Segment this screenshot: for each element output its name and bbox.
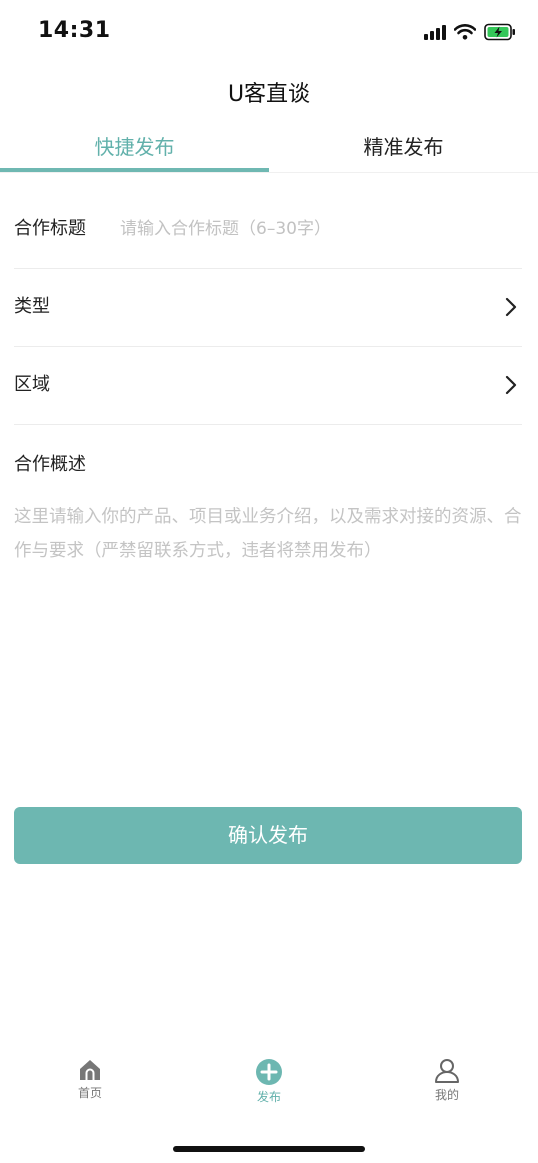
tabbar-label-home: 首页 <box>77 1086 102 1100</box>
status-icons <box>424 20 516 44</box>
bottom-tab-bar: 首页 发布 我的 <box>0 1058 538 1118</box>
tabbar-item-home[interactable]: 首页 <box>50 1058 130 1101</box>
status-bar: 14:31 <box>0 0 538 64</box>
cooperation-title-row: 合作标题 <box>14 190 522 269</box>
user-icon <box>435 1059 459 1083</box>
cooperation-summary-textarea[interactable] <box>14 500 524 760</box>
tabbar-label-mine: 我的 <box>434 1088 459 1102</box>
publish-tabs: 快捷发布 精准发布 <box>0 118 538 174</box>
tabbar-item-publish[interactable]: 发布 <box>229 1058 309 1105</box>
home-indicator <box>173 1146 365 1152</box>
plus-circle-icon <box>256 1059 282 1085</box>
type-row[interactable]: 类型 <box>14 268 522 347</box>
tabbar-item-mine[interactable]: 我的 <box>407 1058 487 1103</box>
status-time: 14:31 <box>38 18 111 43</box>
confirm-publish-button[interactable]: 确认发布 <box>14 807 522 864</box>
tab-quick-publish[interactable]: 快捷发布 <box>0 118 269 174</box>
chevron-right-icon <box>505 375 517 395</box>
cooperation-title-input[interactable] <box>120 214 500 244</box>
chevron-right-icon <box>505 297 517 317</box>
type-label: 类型 <box>14 296 50 317</box>
home-icon <box>80 1060 100 1080</box>
tab-divider <box>0 172 538 173</box>
wifi-icon <box>454 24 476 40</box>
page-title: U客直谈 <box>227 82 311 107</box>
cooperation-title-label: 合作标题 <box>14 218 86 239</box>
tab-precise-publish[interactable]: 精准发布 <box>269 118 538 174</box>
cooperation-summary-label: 合作概述 <box>14 454 86 475</box>
tabbar-label-publish: 发布 <box>256 1090 281 1104</box>
region-row[interactable]: 区域 <box>14 346 522 425</box>
battery-charging-icon <box>484 23 516 41</box>
region-label: 区域 <box>14 374 50 395</box>
cellular-signal-icon <box>424 24 446 40</box>
